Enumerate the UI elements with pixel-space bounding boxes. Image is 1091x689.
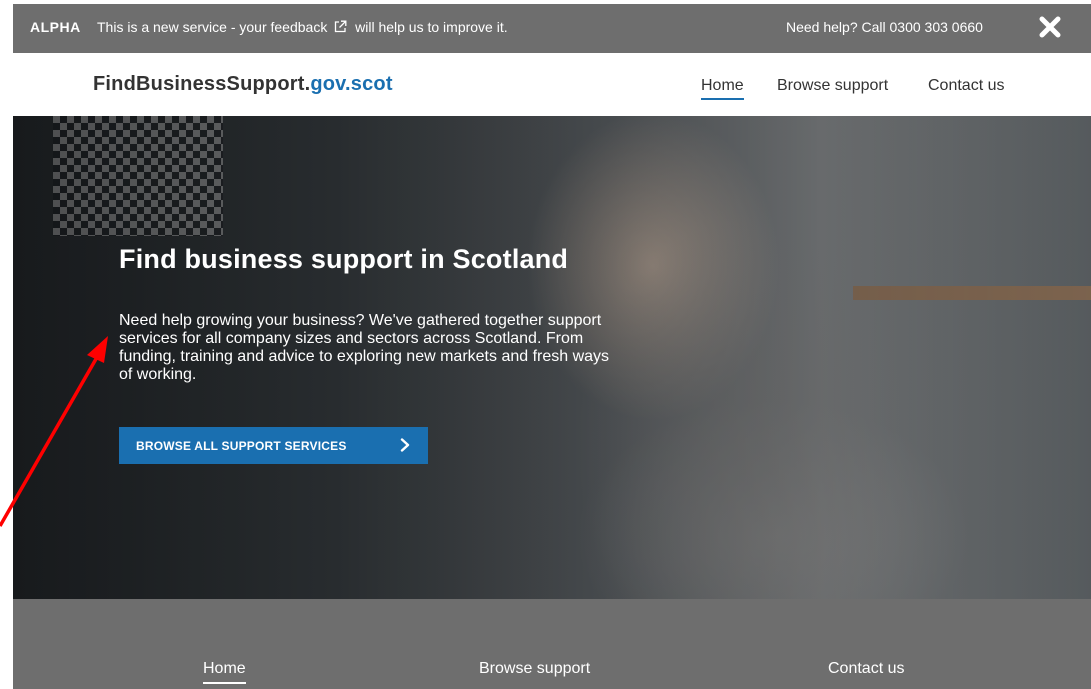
logo-accent: gov.scot xyxy=(310,73,393,95)
help-phone: Need help? Call 0300 303 0660 xyxy=(786,19,983,35)
footer-nav-home[interactable]: Home xyxy=(203,660,246,684)
page: ALPHA This is a new service - your feedb… xyxy=(13,4,1091,689)
browse-all-services-label: BROWSE ALL SUPPORT SERVICES xyxy=(136,438,347,453)
site-logo[interactable]: FindBusinessSupport.gov.scot xyxy=(93,73,393,96)
site-header: FindBusinessSupport.gov.scot Home Browse… xyxy=(13,53,1091,116)
nav-contact-us[interactable]: Contact us xyxy=(928,77,1004,95)
hero-description: Need help growing your business? We've g… xyxy=(119,312,610,383)
hero-banner: Find business support in Scotland Need h… xyxy=(13,116,1091,599)
phase-tag: ALPHA xyxy=(30,19,81,35)
banner-message-suffix: will help us to improve it. xyxy=(355,19,508,35)
banner-message-prefix: This is a new service - your feedback xyxy=(97,19,328,35)
nav-browse-support[interactable]: Browse support xyxy=(777,77,888,95)
close-icon[interactable] xyxy=(1035,12,1065,42)
external-link-icon xyxy=(335,20,347,33)
alpha-banner: ALPHA This is a new service - your feedb… xyxy=(13,4,1091,53)
browse-all-services-button[interactable]: BROWSE ALL SUPPORT SERVICES xyxy=(119,427,428,464)
footer-nav-contact-us[interactable]: Contact us xyxy=(828,660,904,678)
hero-title: Find business support in Scotland xyxy=(119,244,569,274)
logo-main: FindBusinessSupport. xyxy=(93,73,311,95)
chevron-right-icon xyxy=(400,438,410,452)
banner-message: This is a new service - your feedback wi… xyxy=(97,19,508,35)
site-footer: Home Browse support Contact us xyxy=(13,599,1091,689)
feedback-link[interactable] xyxy=(331,19,355,35)
footer-nav-browse-support[interactable]: Browse support xyxy=(479,660,590,678)
nav-home[interactable]: Home xyxy=(701,77,744,100)
